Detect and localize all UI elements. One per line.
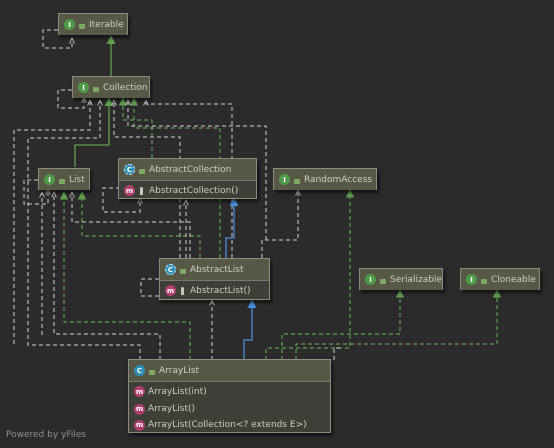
node-label: RandomAccess <box>304 174 373 185</box>
member-row[interactable]: m AbstractCollection() <box>119 180 256 200</box>
interface-icon: I <box>365 274 376 285</box>
edge-dep-randomaccess <box>261 190 298 258</box>
package-visibility-icon <box>58 176 65 184</box>
node-collection[interactable]: I Collection <box>72 76 150 98</box>
package-visibility-icon <box>480 276 487 284</box>
edge-arraylist-serializable <box>281 289 405 360</box>
interface-icon: I <box>279 174 290 185</box>
node-list[interactable]: I List <box>38 168 90 190</box>
edge-dep-arraylist-right <box>333 347 340 360</box>
member-label: AbstractList() <box>190 285 251 296</box>
method-icon: m <box>124 185 135 196</box>
node-serializable[interactable]: I Serializable <box>359 268 443 290</box>
edge-arraylist-abstractlist <box>243 299 257 360</box>
package-visibility-icon <box>92 84 99 92</box>
node-label: Serializable <box>390 274 442 285</box>
node-label: Collection <box>103 82 148 93</box>
package-visibility-icon <box>179 266 186 274</box>
member-row[interactable]: m AbstractList() <box>160 280 269 300</box>
edge-dep-list-2 <box>54 192 161 360</box>
member-row[interactable]: m ArrayList(Collection<? extends E>) <box>129 417 330 433</box>
protected-visibility-icon <box>138 186 145 195</box>
node-label: ArrayList <box>159 365 199 376</box>
member-row[interactable]: m ArrayList(int) <box>129 381 330 401</box>
node-array-list[interactable]: C ArrayList m ArrayList(int) m ArrayList… <box>128 359 331 433</box>
node-label: AbstractList <box>190 264 244 275</box>
member-label: ArrayList(Collection<? extends E>) <box>148 420 307 430</box>
interface-icon: I <box>78 82 89 93</box>
abstract-class-icon: C <box>165 264 176 275</box>
interface-icon: I <box>44 174 55 185</box>
method-icon: m <box>165 285 176 296</box>
node-random-access[interactable]: I RandomAccess <box>273 168 377 190</box>
uml-class-diagram: I Iterable I Collection I List C Abstrac… <box>0 0 554 448</box>
edge-abstractlist-abstractcollection <box>225 197 239 258</box>
interface-icon: I <box>466 274 477 285</box>
footer-attribution: Powered by yFiles <box>6 430 87 440</box>
abstract-class-icon: C <box>124 164 135 175</box>
node-label: AbstractCollection <box>149 164 232 175</box>
edge-dep-collection-2 <box>27 100 141 360</box>
node-abstract-collection[interactable]: C AbstractCollection m AbstractCollectio… <box>118 158 257 199</box>
edge-list-collection <box>74 97 114 167</box>
method-icon: m <box>134 403 145 415</box>
edge-dep-list-3 <box>72 192 191 258</box>
method-icon: m <box>134 419 145 431</box>
node-label: List <box>69 174 85 185</box>
package-visibility-icon <box>138 166 145 174</box>
package-visibility-icon <box>293 176 300 184</box>
node-label: Iterable <box>89 19 124 30</box>
node-cloneable[interactable]: I Cloneable <box>460 268 540 290</box>
member-label: ArrayList(int) <box>148 386 207 397</box>
package-visibility-icon <box>78 21 85 29</box>
edge-abstractlist-list <box>77 191 201 258</box>
edge-arraylist-cloneable <box>295 289 502 360</box>
public-visibility-icon <box>148 367 155 375</box>
node-iterable[interactable]: I Iterable <box>58 13 128 35</box>
node-abstract-list[interactable]: C AbstractList m AbstractList() <box>159 258 270 300</box>
member-label: ArrayList() <box>148 404 195 414</box>
protected-visibility-icon <box>179 286 186 295</box>
interface-icon: I <box>64 19 75 30</box>
package-visibility-icon <box>379 276 386 284</box>
member-label: AbstractCollection() <box>149 185 239 196</box>
node-label: Cloneable <box>491 274 536 285</box>
method-icon: m <box>134 386 145 397</box>
class-icon: C <box>134 365 145 376</box>
member-row[interactable]: m ArrayList() <box>129 401 330 417</box>
